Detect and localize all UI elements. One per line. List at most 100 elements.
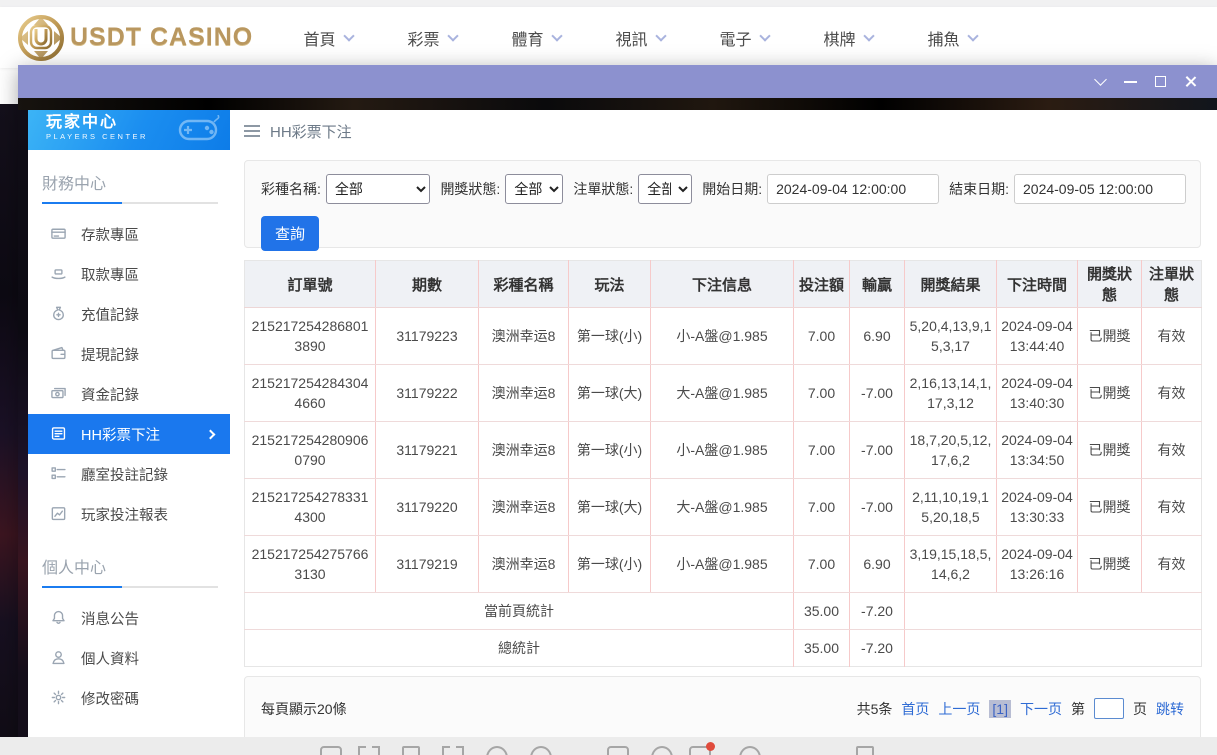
- clock-icon[interactable]: [486, 746, 508, 755]
- table-cell: 2152172542757663130: [245, 536, 376, 593]
- total-count-label: 共5条: [857, 699, 893, 719]
- sidebar-item-hall-bet-record[interactable]: 廳室投註記錄: [28, 454, 230, 494]
- nav-item-體育[interactable]: 體育: [484, 26, 588, 50]
- nav-item-label: 首頁: [303, 26, 335, 50]
- window-icon[interactable]: [320, 746, 342, 755]
- table-cell: 澳洲幸运8: [479, 536, 569, 593]
- summary-label-cell: 總統計: [245, 630, 794, 667]
- sidebar-item-change-password[interactable]: 修改密碼: [28, 678, 230, 718]
- circle-icon[interactable]: [739, 746, 761, 755]
- brackets-icon[interactable]: [442, 746, 464, 755]
- table-row: 215217254280906079031179221澳洲幸运8第一球(小)小-…: [245, 422, 1202, 479]
- sidebar-item-label: 存款專區: [81, 224, 139, 245]
- filter-panel: 彩種名稱: 全部 開獎狀態: 全部 注單狀態: 全部 開始日期:: [244, 160, 1201, 248]
- nav-item-捕魚[interactable]: 捕魚: [900, 26, 1004, 50]
- window-banner-image: [18, 98, 1217, 110]
- prev-page-link[interactable]: 上一页: [938, 699, 980, 719]
- nav-item-棋牌[interactable]: 棋牌: [796, 26, 900, 50]
- table-cell: 第一球(大): [569, 365, 651, 422]
- next-page-link[interactable]: 下一页: [1020, 699, 1062, 719]
- table-row: 215217254286801389031179223澳洲幸运8第一球(小)小-…: [245, 308, 1202, 365]
- browser-top-strip: [0, 0, 1217, 7]
- page-title: HH彩票下注: [270, 121, 352, 142]
- filter-row: 彩種名稱: 全部 開獎狀態: 全部 注單狀態: 全部 開始日期:: [259, 174, 1186, 204]
- sidebar-item-label: 個人資料: [81, 648, 139, 669]
- sidebar-item-label: 提現記錄: [81, 344, 139, 365]
- table-cell: 31179221: [376, 422, 479, 479]
- sidebar-item-announcements[interactable]: 消息公告: [28, 598, 230, 638]
- section-title: 財務中心: [42, 170, 230, 194]
- sidebar-item-deposit[interactable]: 存款專區: [28, 214, 230, 254]
- draw-status-select[interactable]: 全部: [505, 174, 563, 204]
- sidebar-item-profile[interactable]: 個人資料: [28, 638, 230, 678]
- window-close-button[interactable]: [1175, 71, 1205, 93]
- hamburger-menu-icon[interactable]: [244, 125, 260, 137]
- brackets-icon[interactable]: [358, 746, 380, 755]
- nav-item-電子[interactable]: 電子: [692, 26, 796, 50]
- nav-item-首頁[interactable]: 首頁: [276, 26, 380, 50]
- browser-bottom-toolbar: [0, 737, 1217, 755]
- table-cell: 已開獎: [1078, 536, 1142, 593]
- table-cell: -7.00: [850, 365, 905, 422]
- brand[interactable]: USDT CASINO: [18, 15, 268, 61]
- user-icon: [50, 649, 68, 667]
- sidebar-item-withdraw[interactable]: 取款專區: [28, 254, 230, 294]
- page-jump-link[interactable]: 跳转: [1156, 699, 1184, 719]
- window-titlebar: [18, 65, 1217, 98]
- lottery-name-select[interactable]: 全部: [326, 174, 431, 204]
- column-header: 下注信息: [651, 261, 794, 308]
- column-header: 開獎狀態: [1078, 261, 1142, 308]
- lottery-ticket-icon: [50, 425, 68, 443]
- deposit-icon: [50, 225, 68, 243]
- maximize-icon: [1155, 76, 1166, 87]
- chevron-down-icon: [655, 30, 666, 41]
- total-summary-row: 總統計35.00-7.20: [245, 630, 1202, 667]
- table-cell: 18,7,20,5,12,17,6,2: [905, 422, 997, 479]
- window-maximize-button[interactable]: [1145, 71, 1175, 93]
- table-cell: 第一球(大): [569, 479, 651, 536]
- current-page-summary-row: 當前頁統計35.00-7.20: [245, 593, 1202, 630]
- table-cell: 2,11,10,19,15,20,18,5: [905, 479, 997, 536]
- sidebar-item-hh-lottery-bets[interactable]: HH彩票下注: [28, 414, 230, 454]
- column-header: 下注時間: [997, 261, 1078, 308]
- window-minimize-button[interactable]: [1115, 71, 1145, 93]
- search-button[interactable]: 查詢: [261, 216, 319, 251]
- sidebar-item-player-bet-report[interactable]: 玩家投注報表: [28, 494, 230, 534]
- nav-item-label: 電子: [719, 26, 751, 50]
- window-collapse-button[interactable]: [1085, 71, 1115, 93]
- chevron-down-icon: [967, 30, 978, 41]
- gear-icon: [50, 689, 68, 707]
- desk-icon[interactable]: [856, 746, 874, 755]
- pagination: 共5条 首页 上一页 [1] 下一页 第 页 跳转: [848, 698, 1184, 719]
- nav-item-彩票[interactable]: 彩票: [380, 26, 484, 50]
- start-date-input[interactable]: [767, 174, 939, 204]
- circle-icon[interactable]: [651, 746, 673, 755]
- circle-icon[interactable]: [530, 746, 552, 755]
- table-row: 215217254278331430031179220澳洲幸运8第一球(大)大-…: [245, 479, 1202, 536]
- table-cell: 大-A盤@1.985: [651, 479, 794, 536]
- sidebar-item-recharge-record[interactable]: 充值記錄: [28, 294, 230, 334]
- notification-red-dot-icon[interactable]: [689, 746, 711, 755]
- summary-label-cell: 當前頁統計: [245, 593, 794, 630]
- end-date-input[interactable]: [1014, 174, 1186, 204]
- withdraw-icon: [50, 265, 68, 283]
- sidebar-item-funds-record[interactable]: 資金記錄: [28, 374, 230, 414]
- minimize-icon: [1124, 81, 1137, 83]
- bets-table: 訂單號期數彩種名稱玩法下注信息投注額輸贏開獎結果下注時間開獎狀態注單狀態 215…: [244, 260, 1202, 667]
- sidebar-header: 玩家中心 PLAYERS CENTER: [28, 110, 230, 150]
- column-header: 開獎結果: [905, 261, 997, 308]
- sidebar-item-label: 取款專區: [81, 264, 139, 285]
- document-icon[interactable]: [402, 746, 420, 755]
- column-header: 彩種名稱: [479, 261, 569, 308]
- table-header-row: 訂單號期數彩種名稱玩法下注信息投注額輸贏開獎結果下注時間開獎狀態注單狀態: [245, 261, 1202, 308]
- first-page-link[interactable]: 首页: [901, 699, 929, 719]
- sidebar-item-label: HH彩票下注: [81, 424, 160, 445]
- column-header: 玩法: [569, 261, 651, 308]
- order-status-select[interactable]: 全部: [638, 174, 692, 204]
- nav-item-視訊[interactable]: 視訊: [588, 26, 692, 50]
- sidebar-item-withdrawal-record[interactable]: 提現記錄: [28, 334, 230, 374]
- square-icon[interactable]: [607, 746, 629, 755]
- chevron-down-icon: [447, 30, 458, 41]
- page-jump-input[interactable]: [1094, 698, 1124, 719]
- table-cell: 6.90: [850, 308, 905, 365]
